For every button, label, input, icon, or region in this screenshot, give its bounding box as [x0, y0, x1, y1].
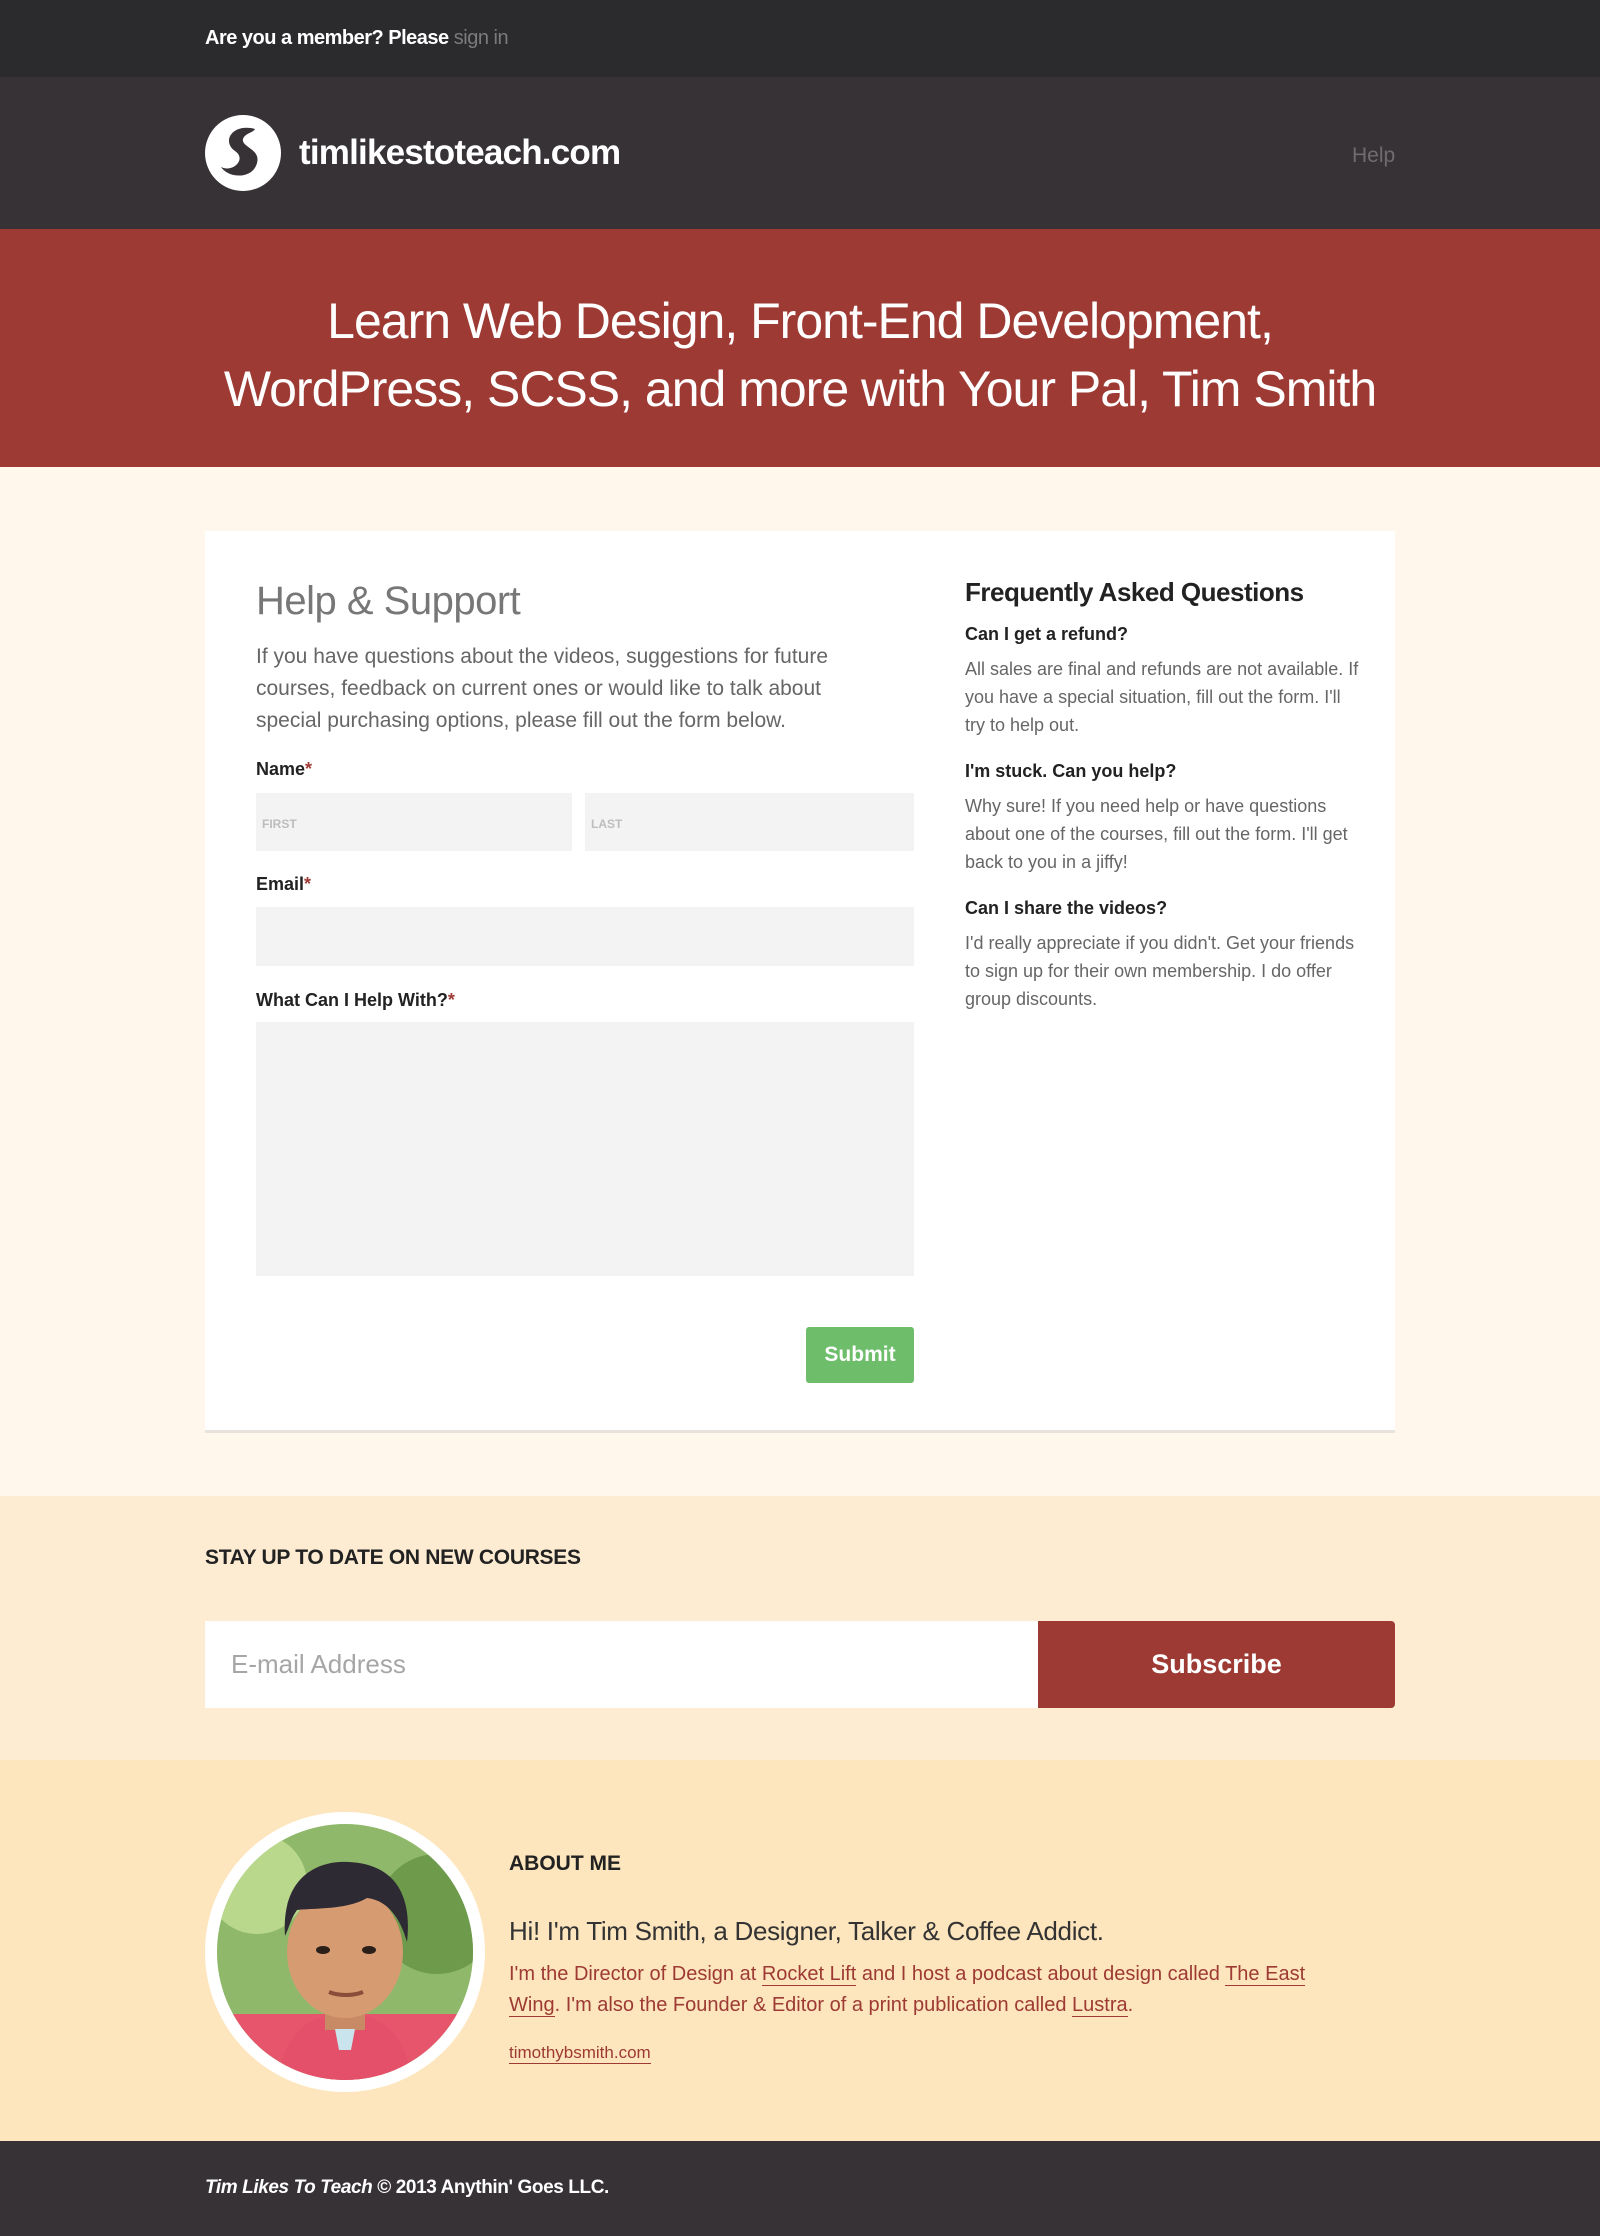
faq-answer: All sales are final and refunds are not … [965, 659, 1359, 735]
newsletter-title: STAY UP TO DATE ON NEW COURSES [205, 1546, 581, 1569]
sign-in-link[interactable]: sign in [454, 27, 509, 49]
site-header: timlikestoteach.com Help [0, 77, 1600, 229]
bio-text: I'm the Director of Design at [509, 1963, 762, 1985]
last-name-input[interactable] [585, 793, 914, 851]
about-section: ABOUT ME Hi! I'm Tim Smith, a Designer, … [0, 1760, 1600, 2141]
lustra-link[interactable]: Lustra [1072, 1994, 1128, 2017]
help-label-text: What Can I Help With? [256, 990, 448, 1010]
email-label-text: Email [256, 874, 305, 894]
about-tagline: Hi! I'm Tim Smith, a Designer, Talker & … [509, 1916, 1104, 1946]
about-bio: I'm the Director of Design at Rocket Lif… [509, 1959, 1339, 2021]
faq-question: Can I share the videos? [965, 898, 1168, 918]
bio-text: and I host a podcast about design called [856, 1963, 1226, 1985]
nav-help-link[interactable]: Help [1352, 144, 1395, 168]
rocket-lift-link[interactable]: Rocket Lift [761, 1963, 857, 1986]
site-name[interactable]: timlikestoteach.com [299, 133, 621, 173]
email-field[interactable] [256, 907, 914, 966]
help-label: What Can I Help With?* [256, 990, 455, 1011]
email-label: Email* [256, 874, 311, 895]
newsletter-section: STAY UP TO DATE ON NEW COURSES Subscribe [0, 1496, 1600, 1760]
name-label: Name* [256, 759, 312, 780]
member-prompt-text: Are you a member? Please [205, 27, 449, 49]
required-mark: * [304, 874, 312, 894]
name-label-text: Name [256, 759, 306, 779]
faq-answer: I'd really appreciate if you didn't. Get… [965, 933, 1355, 1009]
faq-answer: Why sure! If you need help or have quest… [965, 796, 1348, 872]
hero-line-1: Learn Web Design, Front-End Development, [327, 293, 1274, 349]
avatar [205, 1812, 485, 2092]
subscribe-button[interactable]: Subscribe [1038, 1621, 1395, 1708]
footer-copyright: Tim Likes To Teach © 2013 Anythin' Goes … [205, 2177, 609, 2199]
footer-copyright-text: © 2013 Anythin' Goes LLC. [372, 2177, 609, 2198]
footer-brand: Tim Likes To Teach [205, 2177, 373, 2198]
about-title: ABOUT ME [509, 1852, 621, 1875]
page-title: Help & Support [256, 579, 521, 623]
hero-banner: Learn Web Design, Front-End Development,… [0, 229, 1600, 467]
first-name-input[interactable] [256, 793, 572, 851]
bio-text: . I'm also the Founder & Editor of a pri… [554, 1994, 1073, 2016]
hero-headline: Learn Web Design, Front-End Development,… [0, 287, 1600, 423]
faq-title: Frequently Asked Questions [965, 577, 1304, 607]
personal-website-link[interactable]: timothybsmith.com [509, 2043, 651, 2064]
faq-question: I'm stuck. Can you help? [965, 761, 1177, 781]
avatar-photo [217, 1824, 473, 2080]
member-topbar: Are you a member? Please sign in [0, 0, 1600, 77]
support-card: Help & Support If you have questions abo… [205, 531, 1395, 1433]
submit-button[interactable]: Submit [806, 1327, 914, 1383]
member-prompt: Are you a member? Please sign in [205, 27, 509, 50]
site-footer: Tim Likes To Teach © 2013 Anythin' Goes … [0, 2141, 1600, 2236]
portrait-image [217, 1824, 473, 2080]
form-intro: If you have questions about the videos, … [256, 645, 829, 732]
bio-text: . [1127, 1994, 1134, 2016]
faq-question: Can I get a refund? [965, 624, 1129, 644]
required-mark: * [447, 990, 455, 1010]
required-mark: * [305, 759, 313, 779]
newsletter-email-input[interactable] [205, 1621, 1038, 1708]
hero-line-2: WordPress, SCSS, and more with Your Pal,… [223, 361, 1377, 417]
message-textarea[interactable] [256, 1022, 914, 1276]
faq-section: Frequently Asked Questions Can I get a r… [965, 577, 1365, 1035]
site-logo-icon[interactable] [203, 113, 283, 193]
